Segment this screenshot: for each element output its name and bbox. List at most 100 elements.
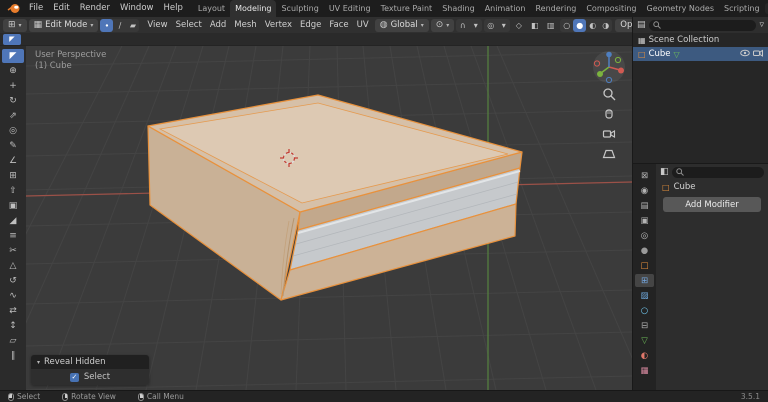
tool-extrude-region-icon[interactable]: ⇧ — [2, 184, 24, 198]
face-select-button[interactable]: ▰ — [126, 19, 139, 32]
tool-measure-icon[interactable]: ∠ — [2, 154, 24, 168]
snap-magnet-icon[interactable]: ∩ — [456, 19, 469, 32]
workspace-tab-animation[interactable]: Animation — [480, 0, 531, 17]
camera-view-icon[interactable] — [602, 127, 616, 144]
workspace-tab-scripting[interactable]: Scripting — [719, 0, 765, 17]
tool-spin-icon[interactable]: ↺ — [2, 274, 24, 288]
tool-inset-faces-icon[interactable]: ▣ — [2, 199, 24, 213]
tab-texture-icon[interactable]: ▦ — [635, 364, 654, 377]
tab-output-icon[interactable]: ▤ — [635, 199, 654, 212]
tool-add-cube-icon[interactable]: ⊞ — [2, 169, 24, 183]
active-tool-icon[interactable]: ◤ — [3, 34, 21, 45]
workspace-tab-uv-editing[interactable]: UV Editing — [324, 0, 376, 17]
menu-mesh[interactable]: Mesh — [230, 17, 260, 33]
blender-logo-icon[interactable] — [7, 3, 21, 14]
properties-editor-icon[interactable]: ◧ — [660, 167, 669, 177]
properties-search-input[interactable] — [672, 167, 764, 178]
tab-material-icon[interactable]: ◐ — [635, 349, 654, 362]
toggle-xray-icon[interactable]: ▥ — [544, 19, 557, 32]
book-model[interactable] — [148, 95, 522, 300]
tool-rip-region-icon[interactable]: ∥ — [2, 349, 24, 363]
tool-rotate-icon[interactable]: ↻ — [2, 94, 24, 108]
mode-dropdown[interactable]: ▦ Edit Mode ▾ — [29, 19, 99, 32]
tab-scene-icon[interactable]: ◎ — [635, 229, 654, 242]
workspace-tab-shading[interactable]: Shading — [437, 0, 480, 17]
tab-physics-icon[interactable]: ○ — [635, 304, 654, 317]
select-checkbox[interactable]: ✓ — [70, 373, 79, 382]
menu-face[interactable]: Face — [325, 17, 352, 33]
tab-view-layer-icon[interactable]: ▣ — [635, 214, 654, 227]
workspace-tab-texture-paint[interactable]: Texture Paint — [376, 0, 438, 17]
disable-render-camera-icon[interactable] — [753, 49, 763, 60]
proportional-editing-icon[interactable]: ◎ — [484, 19, 497, 32]
show-overlays-icon[interactable]: ◧ — [528, 19, 541, 32]
workspace-tab-compositing[interactable]: Compositing — [581, 0, 641, 17]
tool-move-icon[interactable]: + — [2, 79, 24, 93]
menu-file[interactable]: File — [24, 0, 48, 17]
operator-panel-header[interactable]: ▾ Reveal Hidden — [31, 355, 149, 369]
viewport[interactable]: User Perspective (1) Cube — [26, 46, 632, 390]
tab-tool-icon[interactable]: ⊠ — [635, 169, 654, 182]
workspace-tab-sculpting[interactable]: Sculpting — [276, 0, 323, 17]
filter-icon[interactable]: ▿ — [759, 20, 764, 30]
menu-edit[interactable]: Edit — [48, 0, 74, 17]
menu-help[interactable]: Help — [158, 0, 187, 17]
outliner-row-scene-collection[interactable]: ▦ Scene Collection — [633, 33, 768, 47]
viewport-canvas[interactable] — [26, 46, 632, 390]
zoom-icon[interactable] — [602, 87, 616, 104]
menu-window[interactable]: Window — [115, 0, 159, 17]
chevron-down-icon[interactable]: ▾ — [497, 19, 510, 32]
menu-vertex[interactable]: Vertex — [261, 17, 296, 33]
tool-edge-slide-icon[interactable]: ⇄ — [2, 304, 24, 318]
menu-add[interactable]: Add — [206, 17, 230, 33]
tool-scale-icon[interactable]: ⇗ — [2, 109, 24, 123]
transform-orientation-dropdown[interactable]: ◍ Global ▾ — [375, 19, 429, 32]
tool-smooth-icon[interactable]: ∿ — [2, 289, 24, 303]
tab-world-icon[interactable]: ● — [635, 244, 654, 257]
menu-edge[interactable]: Edge — [296, 17, 325, 33]
tab-modifiers-icon[interactable]: ⊞ — [635, 274, 654, 287]
outliner-editor-icon[interactable]: ▤ — [637, 20, 646, 30]
workspace-tab-rendering[interactable]: Rendering — [530, 0, 581, 17]
workspace-tab-geometry-nodes[interactable]: Geometry Nodes — [642, 0, 719, 17]
tool-cursor-icon[interactable]: ⊕ — [2, 64, 24, 78]
outliner-search-input[interactable] — [649, 20, 757, 31]
tab-object-data-icon[interactable]: ▽ — [635, 334, 654, 347]
add-modifier-button[interactable]: Add Modifier — [663, 197, 761, 212]
vertex-select-button[interactable]: ∙ — [100, 19, 113, 32]
menu-render[interactable]: Render — [75, 0, 115, 17]
show-gizmo-icon[interactable]: ◇ — [512, 19, 525, 32]
rendered-shading-icon[interactable]: ◑ — [599, 19, 612, 32]
edge-select-button[interactable]: ∕ — [113, 19, 126, 32]
tool-knife-icon[interactable]: ✂ — [2, 244, 24, 258]
menu-select[interactable]: Select — [172, 17, 206, 33]
tool-shrink-fatten-icon[interactable]: ↕ — [2, 319, 24, 333]
wireframe-shading-icon[interactable]: ○ — [560, 19, 573, 32]
tool-transform-icon[interactable]: ◎ — [2, 124, 24, 138]
tab-render-icon[interactable]: ◉ — [635, 184, 654, 197]
hide-eye-icon[interactable] — [740, 49, 750, 60]
workspace-tab-modeling[interactable]: Modeling — [230, 0, 276, 17]
tab-particles-icon[interactable]: ▨ — [635, 289, 654, 302]
menu-uv[interactable]: UV — [353, 17, 373, 33]
outliner-row-cube[interactable]: □ Cube ▽ — [633, 47, 768, 61]
tool-select-box-icon[interactable]: ◤ — [2, 49, 24, 63]
solid-shading-icon[interactable]: ● — [573, 19, 586, 32]
editor-type-button[interactable]: ⊞ ▾ — [3, 19, 27, 32]
menu-view[interactable]: View — [143, 17, 171, 33]
tab-constraints-icon[interactable]: ⊟ — [635, 319, 654, 332]
pivot-point-dropdown[interactable]: ⊙ ▾ — [431, 19, 455, 32]
tool-poly-build-icon[interactable]: △ — [2, 259, 24, 273]
tool-annotate-icon[interactable]: ✎ — [2, 139, 24, 153]
navigation-gizmo[interactable] — [592, 50, 626, 84]
tab-object-icon[interactable]: □ — [635, 259, 654, 272]
chevron-down-icon[interactable]: ▾ — [469, 19, 482, 32]
scene-selector[interactable]: ▣ Scene × — [765, 3, 768, 14]
tool-loop-cut-icon[interactable]: ≡ — [2, 229, 24, 243]
workspace-tab-layout[interactable]: Layout — [193, 0, 230, 17]
perspective-toggle-icon[interactable] — [602, 147, 616, 164]
tool-shear-icon[interactable]: ▱ — [2, 334, 24, 348]
tool-bevel-icon[interactable]: ◢ — [2, 214, 24, 228]
material-preview-shading-icon[interactable]: ◐ — [586, 19, 599, 32]
pan-hand-icon[interactable] — [602, 107, 616, 124]
